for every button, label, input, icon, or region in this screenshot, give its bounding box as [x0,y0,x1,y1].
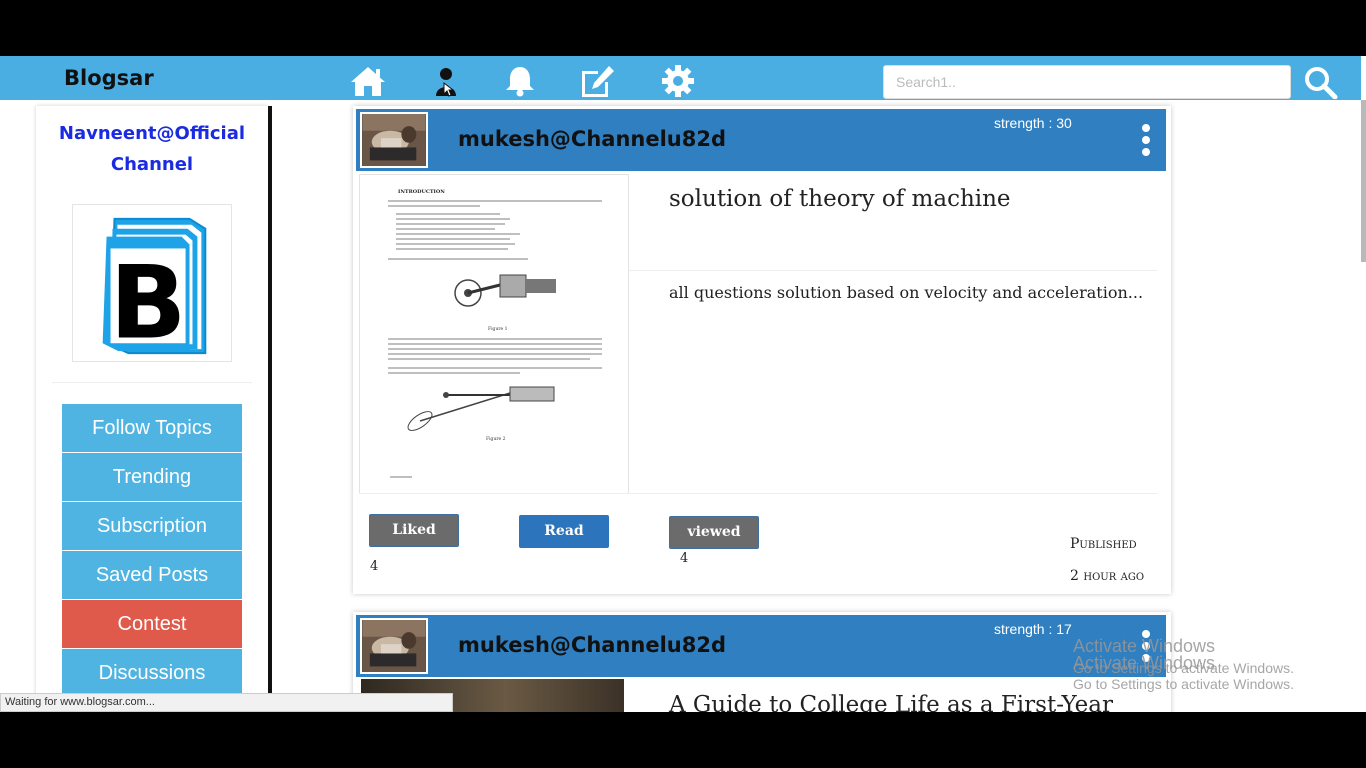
bell-icon[interactable] [501,64,539,98]
edit-icon[interactable] [578,64,616,98]
liked-count: 4 [370,559,379,574]
avatar[interactable] [360,618,428,674]
brand-logo[interactable]: Blogsar [64,66,154,90]
sidebar-item-subscription[interactable]: Subscription [62,502,242,550]
post-header: mukesh@Channelu82d strength : 30 [356,109,1166,171]
divider [359,493,1157,494]
gear-icon[interactable] [659,64,697,98]
doc-heading: INTRODUCTION [398,189,445,195]
scrollbar-thumb[interactable] [1361,100,1366,262]
post-author[interactable]: mukesh@Channelu82d [458,127,726,151]
post-strength: strength : 30 [994,115,1072,131]
post-card: mukesh@Channelu82d strength : 17 A Guide… [353,612,1171,712]
published-label: Published [1070,536,1137,552]
viewed-button[interactable]: viewed [669,516,759,549]
divider [629,270,1157,271]
doc-figure-2-label: Figure 2 [486,436,506,442]
viewed-count: 4 [680,551,689,566]
sidebar: Navneent@Official Channel B Follow Topic… [36,106,268,706]
post-author[interactable]: mukesh@Channelu82d [458,633,726,657]
top-navbar: Blogsar [0,56,1361,100]
channel-name[interactable]: Navneent@Official Channel [36,118,268,180]
sidebar-item-follow-topics[interactable]: Follow Topics [62,404,242,452]
post-title[interactable]: solution of theory of machine [669,186,1011,212]
activation-watermark-text: Go to Settings to activate Windows. [1073,660,1294,676]
avatar[interactable] [360,112,428,168]
user-icon[interactable] [427,64,465,98]
post-description: all questions solution based on velocity… [669,283,1144,302]
browser-viewport: Blogsar Navneent@Official Channel [0,56,1366,712]
post-card: mukesh@Channelu82d strength : 30 INTRODU… [353,106,1171,594]
post-thumbnail[interactable]: INTRODUCTION Figure 1 Figure 2 [359,174,629,494]
sidebar-item-trending[interactable]: Trending [62,453,242,501]
doc-figure-1-label: Figure 1 [488,326,508,332]
home-icon[interactable] [349,64,387,98]
sidebar-edge [268,106,272,696]
post-header: mukesh@Channelu82d strength : 17 [356,615,1166,677]
more-options-icon[interactable] [1136,123,1156,157]
activation-watermark-text: Go to Settings to activate Windows. [1073,676,1294,692]
sidebar-item-contest[interactable]: Contest [62,600,242,648]
sidebar-item-saved-posts[interactable]: Saved Posts [62,551,242,599]
published-time: 2 hour ago [1070,568,1145,584]
post-strength: strength : 17 [994,621,1072,637]
sidebar-divider [52,382,252,383]
logo-letter: B [110,244,187,361]
sidebar-item-discussions[interactable]: Discussions [62,649,242,697]
liked-button[interactable]: Liked [369,514,459,547]
channel-logo: B [72,204,232,362]
post-title[interactable]: A Guide to College Life as a First-Year [669,692,1113,712]
search-input[interactable] [883,65,1291,99]
search-icon[interactable] [1303,65,1339,100]
browser-status-bar: Waiting for www.blogsar.com... [0,693,453,712]
read-button[interactable]: Read [519,515,609,548]
